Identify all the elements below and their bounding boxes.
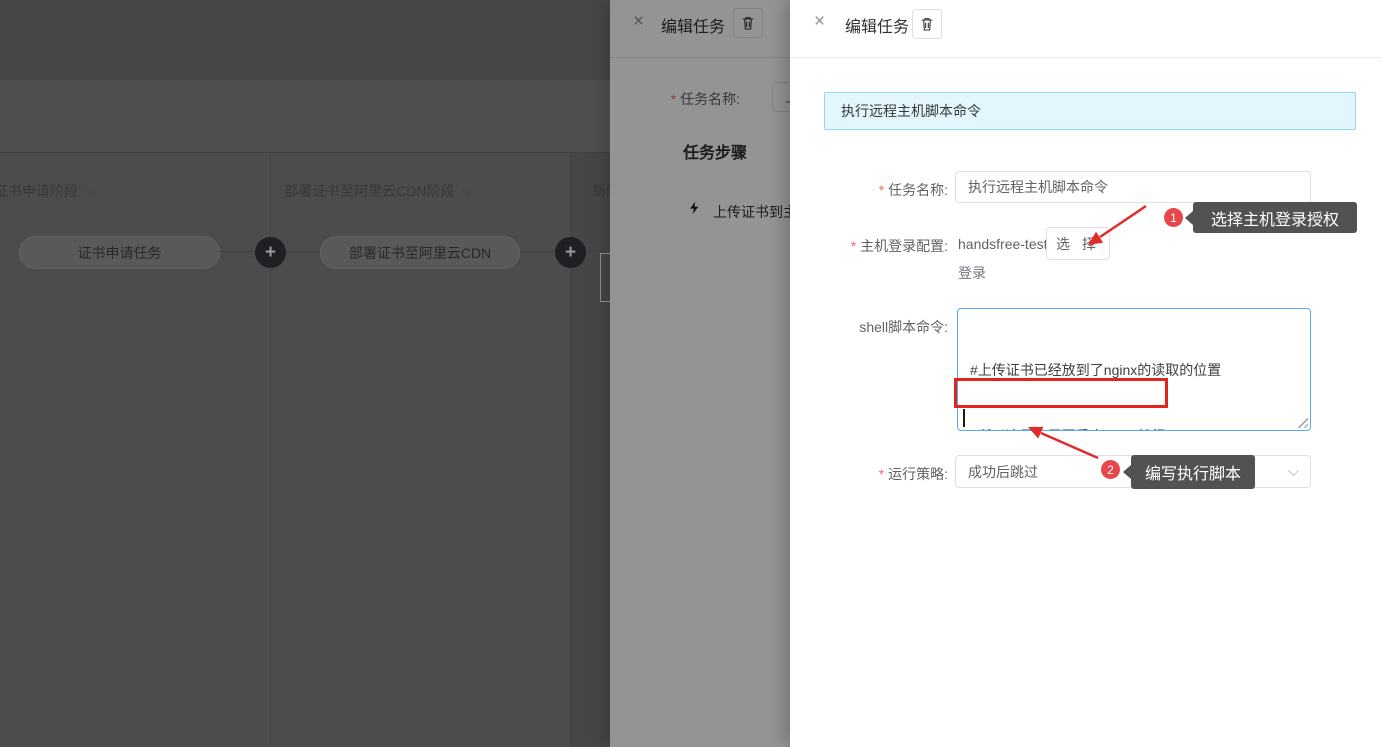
stage-title-deploy-cdn: 部署证书至阿里云CDN阶段✎ — [284, 181, 471, 201]
task-name-label: 任务名称: — [610, 89, 740, 109]
drawer-title: 编辑任务 — [845, 13, 909, 37]
close-icon[interactable]: × — [633, 12, 644, 31]
tooltip-write-script: 编写执行脚本 — [1131, 455, 1255, 489]
run-policy-label: 运行策略: — [808, 464, 948, 484]
edit-task-drawer-background: × 编辑任务 任务名称: 任务步骤 上传证书到主机 — [610, 0, 790, 747]
task-name-label: 任务名称: — [808, 180, 948, 200]
step-badge-1: 1 — [1164, 208, 1183, 227]
trash-icon — [919, 16, 935, 32]
drawer-mask — [610, 0, 790, 747]
add-stage-button[interactable]: + — [255, 237, 286, 268]
delete-task-button[interactable] — [733, 8, 763, 38]
tooltip-notch — [1185, 211, 1193, 225]
edit-stage-icon[interactable]: ✎ — [84, 184, 95, 199]
run-policy-value: 成功后跳过 — [968, 462, 1038, 482]
drawer-title: 编辑任务 — [661, 13, 725, 37]
step-item-label[interactable]: 上传证书到主机 — [713, 202, 790, 222]
edit-task-drawer: × 编辑任务 执行远程主机脚本命令 任务名称: 主机登录配置: handsfre… — [790, 0, 1382, 747]
text-caret — [963, 409, 965, 427]
close-icon[interactable]: × — [814, 12, 825, 31]
divider — [790, 57, 1382, 58]
host-login-label: 主机登录配置: — [808, 236, 948, 256]
shell-line: #所以这里只需要重启nginx就行 — [970, 425, 1298, 431]
host-login-value-wrap: 登录 — [958, 263, 986, 283]
divider — [610, 57, 790, 58]
task-pill-deploy-cdn[interactable]: 部署证书至阿里云CDN — [320, 236, 520, 269]
lightning-icon — [687, 199, 702, 220]
task-steps-heading: 任务步骤 — [683, 139, 747, 163]
shell-script-textarea[interactable]: #上传证书已经放到了nginx的读取的位置 #所以这里只需要重启nginx就行 … — [957, 308, 1311, 431]
host-login-value: handsfree-test — [958, 236, 1048, 252]
trash-icon — [740, 15, 756, 31]
tooltip-notch — [1123, 465, 1131, 479]
task-name-input[interactable] — [772, 82, 790, 112]
step-badge-2: 2 — [1101, 460, 1120, 479]
shell-line: #上传证书已经放到了nginx的读取的位置 — [970, 359, 1298, 381]
info-alert: 执行远程主机脚本命令 — [824, 92, 1356, 130]
pick-host-button[interactable]: 选 择 — [1046, 227, 1110, 260]
stage-title-cert-apply: 证书申请阶段✎ — [0, 181, 95, 201]
edit-stage-icon[interactable]: ✎ — [460, 184, 471, 199]
task-pill-cert-apply[interactable]: 证书申请任务 — [19, 236, 220, 269]
chevron-down-icon — [1288, 465, 1299, 476]
tooltip-select-host: 选择主机登录授权 — [1193, 202, 1357, 233]
shell-script-label: shell脚本命令: — [808, 317, 948, 337]
delete-task-button[interactable] — [912, 9, 942, 39]
add-stage-button[interactable]: + — [555, 237, 586, 268]
resize-grip[interactable] — [1298, 418, 1308, 428]
task-name-input[interactable] — [955, 171, 1311, 203]
